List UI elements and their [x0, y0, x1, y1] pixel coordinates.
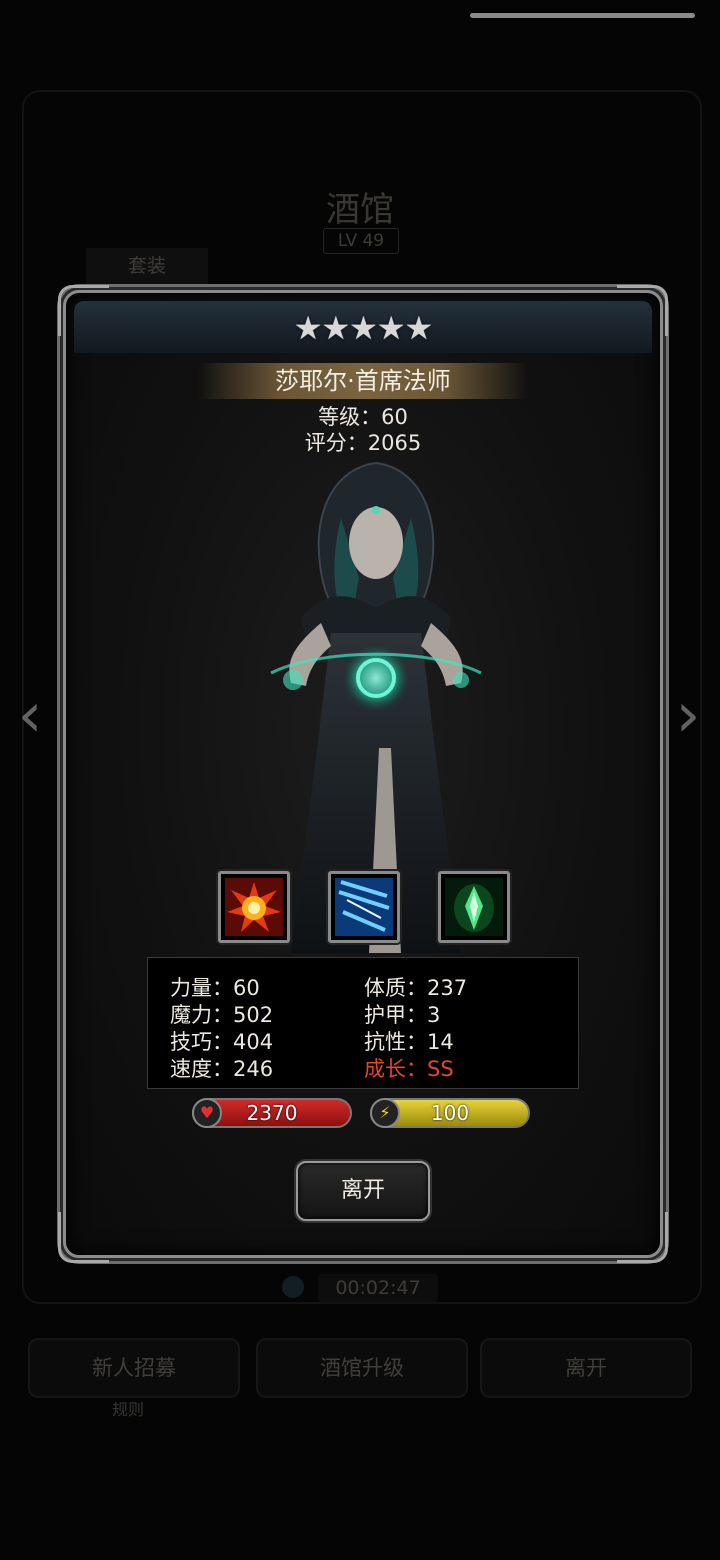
hp-bar: ♥ 2370	[192, 1098, 352, 1128]
skill-slot-3[interactable]	[438, 871, 510, 943]
recruit-button: 新人招募	[28, 1338, 240, 1398]
hp-value: 2370	[246, 1101, 298, 1125]
background-title: 酒馆	[326, 190, 394, 230]
stats-panel: 力量：60 魔力：502 技巧：404 速度：246 体质：237 护甲：3 抗…	[147, 957, 579, 1089]
skill-slot-2[interactable]	[328, 871, 400, 943]
skill-slot-1[interactable]	[218, 871, 290, 943]
stat-strength: 力量：60	[170, 976, 260, 1000]
fire-burst-icon	[225, 878, 283, 936]
stat-magic: 魔力：502	[170, 1003, 274, 1027]
energy-bar: ⚡ 100	[370, 1098, 530, 1128]
background-level-badge: LV 49	[323, 228, 399, 254]
energy-value: 100	[430, 1101, 470, 1125]
background-tab: 套装	[86, 248, 208, 284]
stat-constitution: 体质：237	[364, 976, 468, 1000]
background-leave-button: 离开	[480, 1338, 692, 1398]
hero-name: 莎耶尔·首席法师	[198, 363, 528, 399]
prev-hero-arrow-icon[interactable]: ‹	[10, 684, 50, 746]
timer-icon	[282, 1276, 304, 1298]
ornament-corner	[617, 1212, 668, 1263]
hero-detail-dialog: ★★★★★ 莎耶尔·首席法师 等级：60 评分：2065 力量：60 魔力：50…	[58, 285, 668, 1263]
stat-growth: 成长：SS	[364, 1057, 454, 1081]
ornament-corner	[58, 1212, 109, 1263]
lightning-icon	[335, 878, 393, 936]
stat-skill: 技巧：404	[170, 1030, 274, 1054]
background-timer: 00:02:47	[318, 1274, 438, 1302]
stat-resistance: 抗性：14	[364, 1030, 454, 1054]
tavern-upgrade-button: 酒馆升级	[256, 1338, 468, 1398]
stat-armor: 护甲：3	[364, 1003, 441, 1027]
next-hero-arrow-icon[interactable]: ›	[668, 684, 708, 746]
leave-button[interactable]: 离开	[296, 1161, 430, 1221]
rules-label: 规则	[112, 1400, 145, 1419]
star-rating: ★★★★★	[293, 309, 433, 347]
green-crystal-icon	[445, 878, 503, 936]
stat-speed: 速度：246	[170, 1057, 274, 1081]
hero-score: 评分：2065	[304, 431, 422, 455]
